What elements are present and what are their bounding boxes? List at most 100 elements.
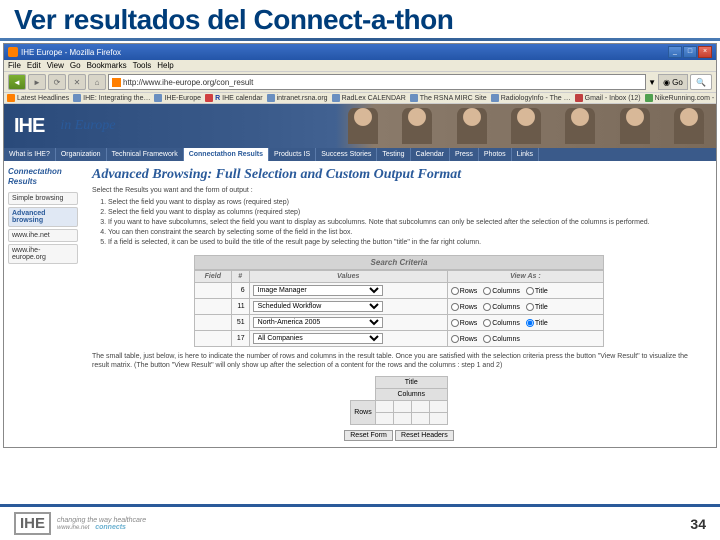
- value-select[interactable]: Image Manager: [253, 285, 383, 296]
- minimize-button[interactable]: _: [668, 46, 682, 58]
- window-titlebar: IHE Europe - Mozilla Firefox _ □ ×: [4, 44, 716, 60]
- radio-columns[interactable]: [483, 287, 491, 295]
- nav-success-stories[interactable]: Success Stories: [316, 148, 377, 161]
- step-3: If you want to have subcolumns, select t…: [108, 218, 706, 227]
- menu-edit[interactable]: Edit: [27, 61, 41, 70]
- back-button[interactable]: ◄: [8, 74, 26, 90]
- maximize-button[interactable]: □: [683, 46, 697, 58]
- bookmark-item[interactable]: IHE-Europe: [154, 94, 201, 102]
- page-icon: [645, 94, 653, 102]
- th-values: Values: [249, 271, 447, 283]
- radio-title[interactable]: [526, 319, 534, 327]
- url-text: http://www.ihe-europe.org/con_result: [123, 78, 253, 87]
- nav-technical-framework[interactable]: Technical Framework: [107, 148, 184, 161]
- bookmark-item[interactable]: RadLex CALENDAR: [332, 94, 406, 102]
- top-nav: What is IHE? Organization Technical Fram…: [4, 148, 716, 161]
- radio-columns[interactable]: [483, 335, 491, 343]
- search-engine-icon[interactable]: 🔍: [690, 74, 712, 90]
- menu-tools[interactable]: Tools: [133, 61, 152, 70]
- step-5: If a field is selected, it can be used t…: [108, 238, 706, 247]
- radio-title[interactable]: [526, 303, 534, 311]
- radio-rows[interactable]: [451, 319, 459, 327]
- sidenav-ihe-europe[interactable]: www.ihe-europe.org: [8, 244, 78, 264]
- nav-photos[interactable]: Photos: [479, 148, 512, 161]
- page-number: 34: [690, 516, 706, 532]
- cal-icon: [205, 94, 213, 102]
- step-1: Select the field you want to display as …: [108, 198, 706, 207]
- instruction-steps: Select the field you want to display as …: [92, 198, 706, 247]
- menu-help[interactable]: Help: [157, 61, 173, 70]
- site-banner: IHE in Europe: [4, 104, 716, 148]
- row-id: 11: [231, 299, 249, 315]
- bookmark-item[interactable]: RadiologyInfo - The …: [491, 94, 571, 102]
- radio-columns[interactable]: [483, 303, 491, 311]
- th-viewas: View As :: [447, 271, 603, 283]
- bookmark-item[interactable]: Gmail - Inbox (12): [575, 94, 641, 102]
- criteria-row: 11 Scheduled Workflow Rows Columns Title: [195, 299, 604, 315]
- note-text: The small table, just below, is here to …: [92, 353, 706, 370]
- page-icon: [267, 94, 275, 102]
- stop-button[interactable]: ✕: [68, 74, 86, 90]
- menu-go[interactable]: Go: [70, 61, 81, 70]
- menu-view[interactable]: View: [47, 61, 64, 70]
- page-icon: [491, 94, 499, 102]
- browser-window: IHE Europe - Mozilla Firefox _ □ × File …: [3, 43, 717, 448]
- footer-tagline: changing the way healthcare www.ihe.net …: [57, 517, 146, 531]
- nav-calendar[interactable]: Calendar: [411, 148, 450, 161]
- sidenav-ihe-net[interactable]: www.ihe.net: [8, 229, 78, 242]
- nav-links[interactable]: Links: [512, 148, 539, 161]
- radio-title[interactable]: [526, 287, 534, 295]
- close-button[interactable]: ×: [698, 46, 712, 58]
- preview-title: Title: [375, 377, 447, 389]
- banner-subtitle: in Europe: [60, 118, 115, 134]
- intro-text: Select the Results you want and the form…: [92, 187, 706, 194]
- page-heading: Advanced Browsing: Full Selection and Cu…: [92, 167, 706, 183]
- nav-press[interactable]: Press: [450, 148, 479, 161]
- bookmarks-toolbar: Latest Headlines IHE: Integrating the… I…: [4, 93, 716, 104]
- criteria-table: Field # Values View As : 6 Image Manager…: [194, 270, 604, 347]
- nav-organization[interactable]: Organization: [56, 148, 107, 161]
- bookmark-item[interactable]: The RSNA MIRC Site: [410, 94, 487, 102]
- radio-rows[interactable]: [451, 303, 459, 311]
- go-button[interactable]: ◉ Go: [658, 74, 688, 90]
- reload-button[interactable]: ⟳: [48, 74, 66, 90]
- criteria-title: Search Criteria: [194, 255, 604, 270]
- rss-icon: [7, 94, 15, 102]
- value-select[interactable]: North-America 2005: [253, 317, 383, 328]
- nav-toolbar: ◄ ► ⟳ ✕ ⌂ http://www.ihe-europe.org/con_…: [4, 72, 716, 93]
- reset-form-button[interactable]: Reset Form: [344, 430, 393, 441]
- th-num: #: [231, 271, 249, 283]
- gmail-icon: [575, 94, 583, 102]
- radio-columns[interactable]: [483, 319, 491, 327]
- menu-file[interactable]: File: [8, 61, 21, 70]
- menu-bookmarks[interactable]: Bookmarks: [87, 61, 127, 70]
- banner-photo: [336, 104, 716, 148]
- reset-headers-button[interactable]: Reset Headers: [395, 430, 454, 441]
- page-content: IHE in Europe What is IHE? Organization …: [4, 104, 716, 447]
- nav-products-is[interactable]: Products IS: [269, 148, 316, 161]
- nav-connectathon-results[interactable]: Connectathon Results: [184, 148, 269, 161]
- preview-area: Title Columns Rows Reset Form Reset Head…: [92, 376, 706, 441]
- sidenav-header: Connectathon Results: [8, 167, 78, 186]
- firefox-icon: [8, 47, 18, 57]
- title-underline: [0, 38, 720, 41]
- radio-rows[interactable]: [451, 287, 459, 295]
- radio-rows[interactable]: [451, 335, 459, 343]
- bookmark-item[interactable]: R IHE calendar: [205, 94, 263, 102]
- bookmark-item[interactable]: IHE: Integrating the…: [73, 94, 150, 102]
- bookmark-item[interactable]: NikeRunning.com - t…: [645, 94, 716, 102]
- forward-button[interactable]: ►: [28, 74, 46, 90]
- sidenav-simple-browsing[interactable]: Simple browsing: [8, 192, 78, 205]
- value-select[interactable]: All Companies: [253, 333, 383, 344]
- th-field: Field: [195, 271, 232, 283]
- bookmark-item[interactable]: Latest Headlines: [7, 94, 69, 102]
- nav-what-is-ihe[interactable]: What is IHE?: [4, 148, 56, 161]
- url-bar[interactable]: http://www.ihe-europe.org/con_result: [108, 74, 646, 90]
- nav-testing[interactable]: Testing: [377, 148, 410, 161]
- preview-rows: Rows: [351, 401, 376, 425]
- ihe-logo: IHE: [14, 115, 44, 138]
- home-button[interactable]: ⌂: [88, 74, 106, 90]
- value-select[interactable]: Scheduled Workflow: [253, 301, 383, 312]
- bookmark-item[interactable]: intranet.rsna.org: [267, 94, 328, 102]
- sidenav-advanced-browsing[interactable]: Advanced browsing: [8, 207, 78, 227]
